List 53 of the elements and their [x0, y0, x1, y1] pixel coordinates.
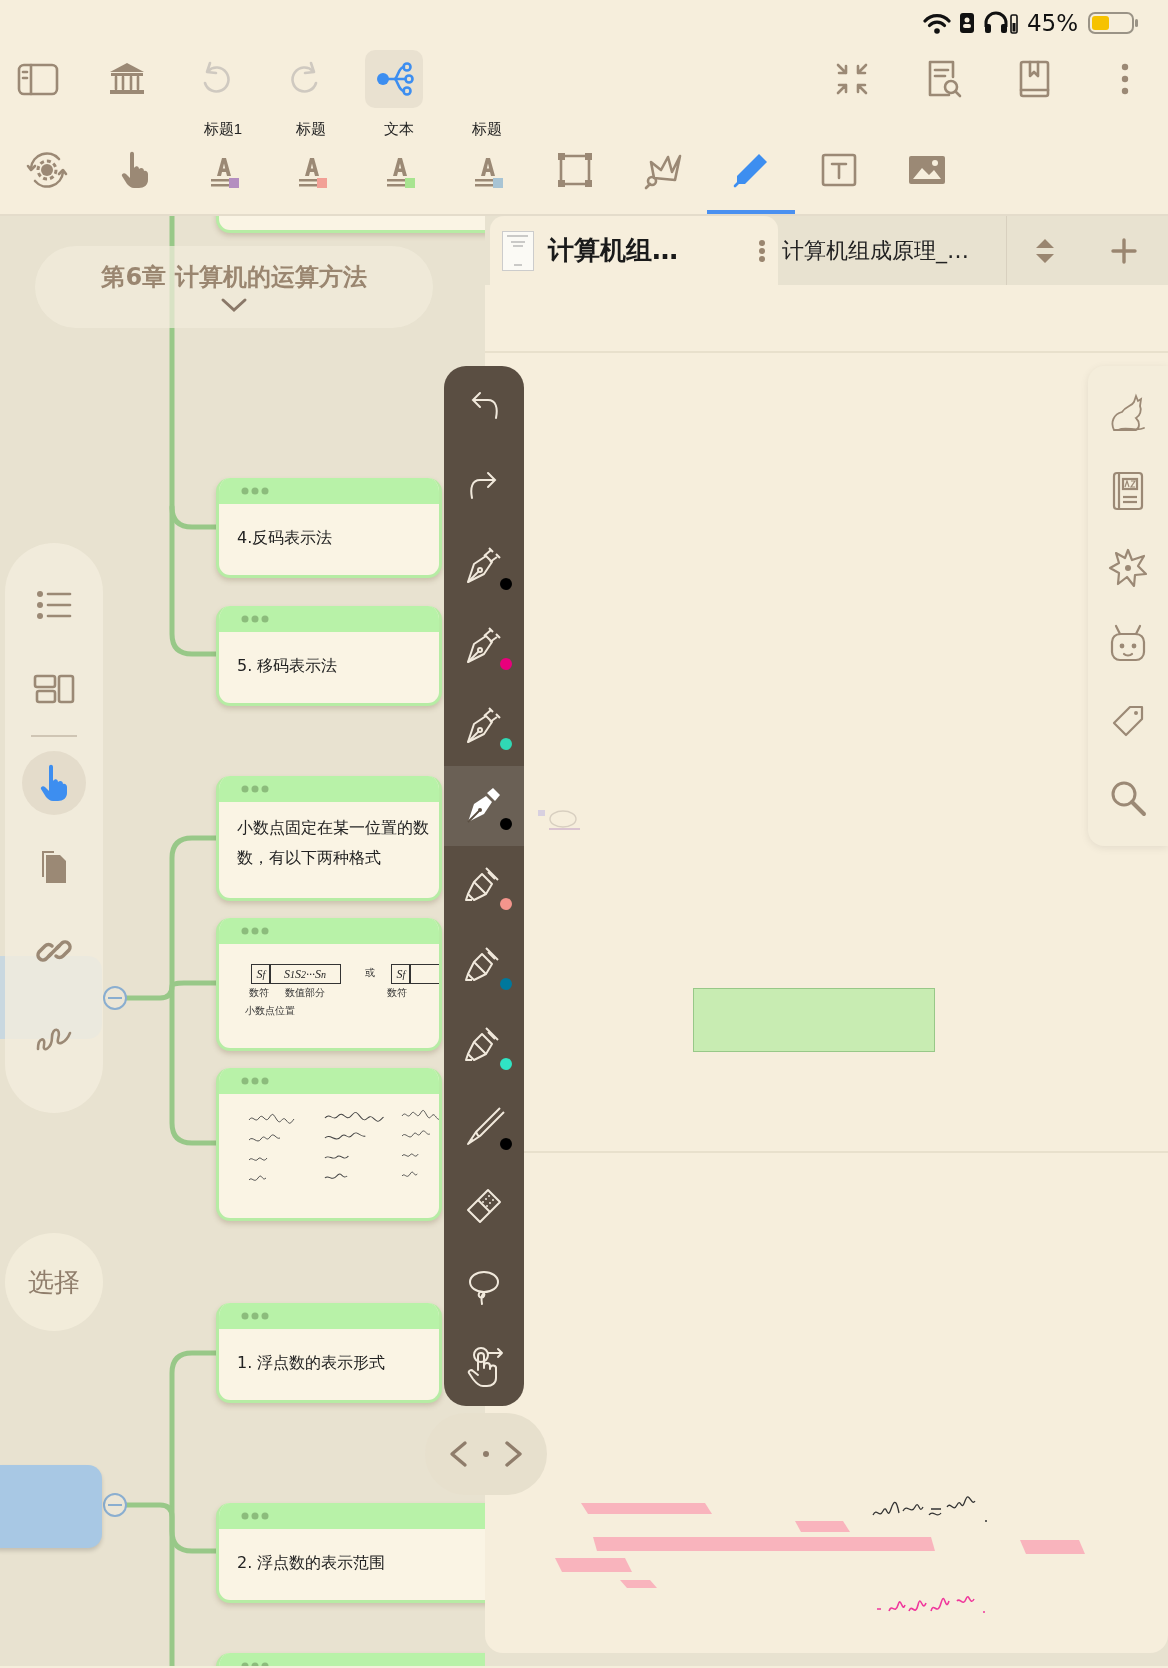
comment-marker-icon[interactable]: [537, 809, 581, 831]
card-text: 1. 浮点数的表示形式: [237, 1352, 386, 1374]
document-tab[interactable]: 计算机组…: [490, 216, 778, 285]
text-style-tool[interactable]: 标题1: [179, 113, 267, 214]
collapse-toggle[interactable]: [103, 1493, 127, 1517]
next-icon[interactable]: [503, 1440, 525, 1468]
diagram-label: 或: [365, 966, 375, 980]
more-dots-icon: [241, 927, 269, 935]
dot-icon: [483, 1451, 489, 1457]
mind-map-node[interactable]: [0, 1465, 102, 1548]
note-card[interactable]: 5. 移码表示法: [216, 606, 442, 706]
more-dots-icon: [241, 1512, 269, 1520]
highlight-mark: [1020, 1540, 1085, 1554]
sort-icon[interactable]: [1034, 236, 1057, 265]
card-text: 5. 移码表示法: [237, 655, 338, 677]
card-text: 4.反码表示法: [237, 527, 333, 549]
battery-percentage: 45%: [1026, 9, 1078, 36]
diagram-label: 小数点位置: [245, 1004, 295, 1018]
highlight-mark: [795, 1521, 850, 1532]
diagram-label: 数值部分: [285, 986, 325, 1000]
sim-card-icon: [958, 11, 975, 34]
document-tab[interactable]: 计算机组成原理_…: [778, 216, 1006, 285]
more-dots-icon: [241, 615, 269, 623]
card-text: 数，有以下两种格式: [237, 847, 381, 869]
rectangle-shape[interactable]: [693, 988, 935, 1052]
more-icon: [1121, 63, 1129, 95]
headphones-icon: [982, 10, 1019, 35]
mindmap-button[interactable]: [365, 50, 423, 108]
diagram-label: 数符: [387, 986, 407, 1000]
text-style-tool[interactable]: 文本: [355, 113, 443, 214]
chevron-down-icon: [220, 297, 248, 313]
add-icon[interactable]: [1110, 237, 1137, 264]
card-text: 2. 浮点数的表示范围: [237, 1552, 386, 1574]
more-icon[interactable]: [758, 238, 766, 263]
wifi-icon: [922, 11, 951, 34]
highlight-mark: [620, 1580, 657, 1588]
text-style-tool[interactable]: 标题: [267, 113, 355, 214]
fountain-pen-tool[interactable]: [444, 766, 524, 846]
text-style-tool[interactable]: 标题: [443, 113, 531, 214]
note-card[interactable]: 4.反码表示法: [216, 478, 442, 578]
battery-icon: [1088, 11, 1138, 34]
note-card[interactable]: 2. 浮点数的表示范围: [216, 1503, 485, 1603]
card-text: 小数点固定在某一位置的数: [237, 817, 429, 839]
note-card[interactable]: 1. 浮点数的表示形式: [216, 1303, 442, 1403]
diagram-label: 数符: [249, 986, 269, 1000]
previous-icon[interactable]: [447, 1440, 469, 1468]
more-dots-icon: [241, 487, 269, 495]
collapse-toggle[interactable]: [103, 986, 127, 1010]
more-dots-icon: [241, 1077, 269, 1085]
document-thumbnail: [502, 230, 534, 271]
more-dots-icon: [241, 1312, 269, 1320]
more-dots-icon: [241, 785, 269, 793]
note-card[interactable]: 小数点固定在某一位置的数 数，有以下两种格式: [216, 776, 442, 901]
